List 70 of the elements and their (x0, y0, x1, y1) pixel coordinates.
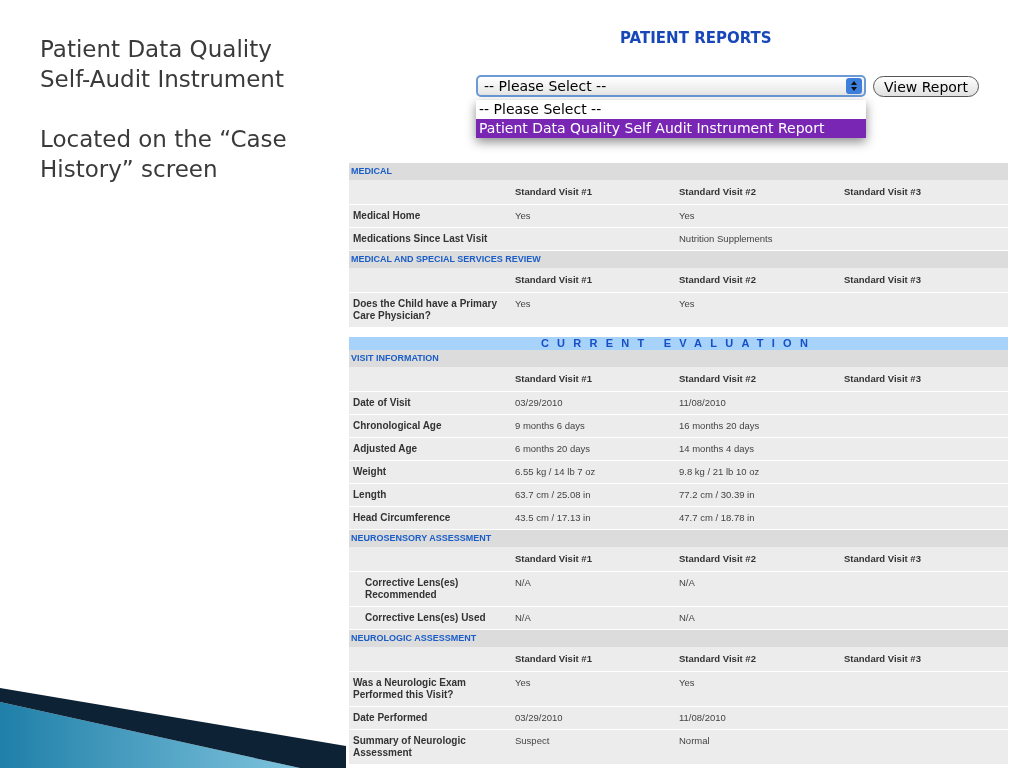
column-header: Standard Visit #2 (679, 651, 757, 666)
row-label: Medications Since Last Visit (352, 233, 489, 245)
column-header: Standard Visit #3 (844, 272, 922, 287)
table-cell-text: Yes (679, 298, 696, 310)
table-cell-text: 6 months 20 days (515, 443, 591, 455)
table-cell-text: 9 months 6 days (515, 420, 586, 432)
table-cell-text: 16 months 20 days (679, 420, 761, 432)
table-cell-text: N/A (515, 577, 532, 589)
row-label: Does the Child have a Primary Care Physician? (352, 298, 498, 322)
row-label: Date of Visit (352, 397, 412, 409)
section-heading: NEUROLOGIC ASSESSMENT (349, 630, 1008, 647)
section-banner: CURRENT EVALUATION (349, 337, 1008, 350)
table-cell-text: 9.8 kg / 21 lb 10 oz (679, 466, 761, 478)
table-cell-text: N/A (679, 577, 696, 589)
row-label: Weight (352, 466, 388, 478)
section-heading: VISIT INFORMATION (349, 350, 1008, 367)
dropdown-arrows-icon (846, 78, 862, 94)
table-cell-text: Nutrition Supplements (679, 233, 774, 245)
column-header: Standard Visit #1 (515, 371, 593, 386)
table-cell-text: 43.5 cm / 17.13 in (515, 512, 592, 524)
table-cell-text: N/A (679, 612, 696, 624)
slide-text: Located on the “Case History” screen (40, 125, 288, 184)
table-cell-text: Yes (679, 677, 696, 689)
column-header: Standard Visit #3 (844, 551, 922, 566)
section-heading: NEUROSENSORY ASSESSMENT (349, 530, 1008, 547)
table-cell-text: Yes (515, 298, 532, 310)
row-label: Was a Neurologic Exam Performed this Visit? (352, 677, 467, 701)
row-label: Corrective Lens(es) Recommended (364, 577, 460, 601)
column-header: Standard Visit #3 (844, 184, 922, 199)
table-cell-text: 14 months 4 days (679, 443, 755, 455)
table-cell-text: Normal (679, 735, 711, 747)
table-cell-text: 47.7 cm / 18.78 in (679, 512, 756, 524)
table-cell-text: N/A (515, 612, 532, 624)
section-heading: MEDICAL AND SPECIAL SERVICES REVIEW (349, 251, 1008, 268)
table-cell-text: Yes (515, 210, 532, 222)
row-label: Chronological Age (352, 420, 443, 432)
column-header: Standard Visit #2 (679, 272, 757, 287)
column-header: Standard Visit #1 (515, 272, 593, 287)
column-header: Standard Visit #2 (679, 551, 757, 566)
table-cell-text: Yes (515, 677, 532, 689)
table-cell-text: 63.7 cm / 25.08 in (515, 489, 592, 501)
view-report-button[interactable]: View Report (873, 76, 980, 97)
row-label: Head Circumference (352, 512, 452, 524)
table-cell-text: 03/29/2010 (515, 712, 564, 724)
row-label: Medical Home (352, 210, 422, 222)
column-header: Standard Visit #3 (844, 651, 922, 666)
table-cell-text: Yes (679, 210, 696, 222)
table-cell-text: 77.2 cm / 30.39 in (679, 489, 756, 501)
row-label: Adjusted Age (352, 443, 419, 455)
column-header: Standard Visit #1 (515, 184, 593, 199)
row-label: Summary of Neurologic Assessment (352, 735, 467, 759)
table-cell-text: 6.55 kg / 14 lb 7 oz (515, 466, 597, 478)
column-header: Standard Visit #2 (679, 371, 757, 386)
column-header: Standard Visit #1 (515, 551, 593, 566)
dropdown-option[interactable]: Patient Data Quality Self Audit Instrument Report (476, 119, 866, 138)
column-header: Standard Visit #1 (515, 651, 593, 666)
row-label: Corrective Lens(es) Used (364, 612, 487, 624)
table-cell-text: Suspect (515, 735, 551, 747)
row-label: Length (352, 489, 388, 501)
report-title: PATIENT REPORTS (620, 28, 772, 49)
report-select[interactable]: -- Please Select -- (476, 75, 866, 97)
table-cell-text: 11/08/2010 (679, 712, 727, 724)
dropdown-option[interactable]: -- Please Select -- (476, 100, 866, 119)
table-cell-text: 11/08/2010 (679, 397, 727, 409)
column-header: Standard Visit #3 (844, 371, 922, 386)
slide-text: Patient Data Quality Self-Audit Instrument (40, 35, 285, 94)
table-cell-text: 03/29/2010 (515, 397, 564, 409)
row-label: Date Performed (352, 712, 429, 724)
section-heading: MEDICAL (349, 163, 1008, 180)
column-header: Standard Visit #2 (679, 184, 757, 199)
